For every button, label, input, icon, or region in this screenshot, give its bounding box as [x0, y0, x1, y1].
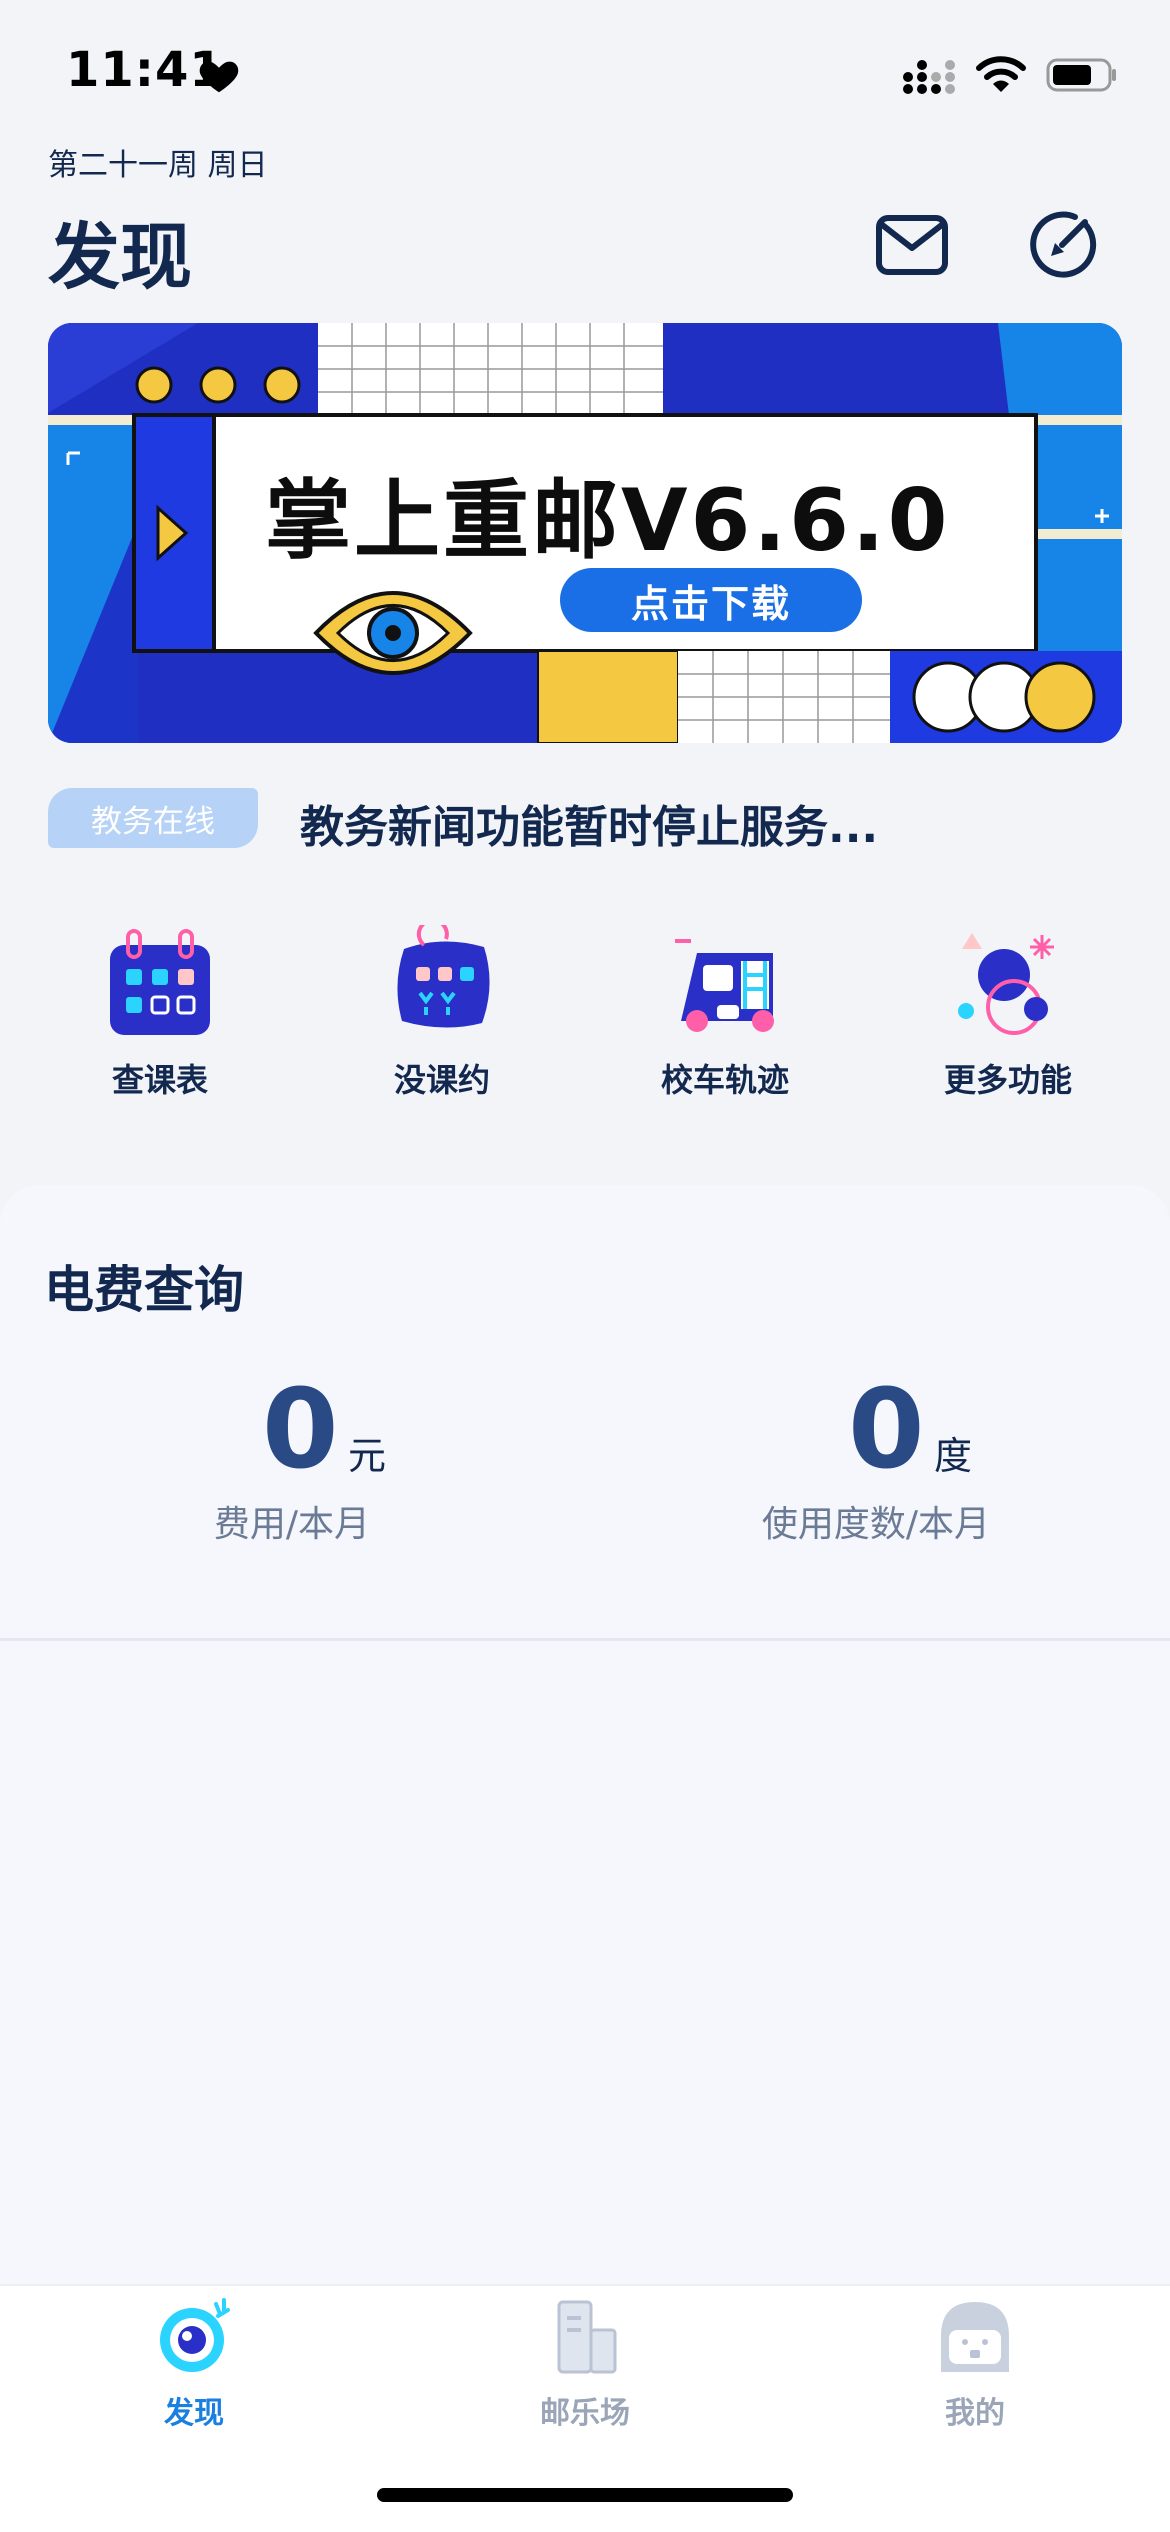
tab-profile[interactable]: 我的 [875, 2296, 1075, 2436]
feature-schedule[interactable]: 查课表 [60, 925, 260, 1125]
banner-title: 掌上重邮V6.6.0 [265, 471, 951, 571]
tab-label: 发现 [164, 2396, 224, 2431]
electricity-title: 电费查询 [44, 1261, 244, 1319]
playground-icon [557, 2300, 617, 2374]
cost-unit: 元 [348, 1434, 387, 1478]
message-button[interactable] [872, 205, 952, 285]
tab-label: 邮乐场 [540, 2396, 630, 2431]
free-time-icon [397, 925, 490, 1028]
usage-stat: 0 度 使用度数/本月 [666, 1365, 1086, 1565]
feature-grid: 查课表 没课约 校车轨迹 更多功能 [0, 925, 1170, 1125]
feature-label: 校车轨迹 [660, 1061, 789, 1099]
feature-label: 查课表 [111, 1061, 208, 1099]
calendar-icon [110, 929, 210, 1035]
cost-label: 费用/本月 [213, 1504, 371, 1545]
usage-unit: 度 [934, 1434, 973, 1478]
status-indicators [902, 50, 1118, 100]
page-title: 发现 [48, 215, 193, 299]
feature-more[interactable]: 更多功能 [908, 925, 1108, 1125]
school-bus-icon [675, 939, 774, 1032]
feature-school-bus[interactable]: 校车轨迹 [625, 925, 825, 1125]
heart-icon [199, 61, 239, 93]
notice-tag: 教务在线 [48, 788, 258, 848]
home-indicator [377, 2488, 793, 2502]
feature-label: 更多功能 [943, 1061, 1072, 1099]
discover-icon [160, 2298, 230, 2372]
tab-label: 我的 [945, 2396, 1005, 2431]
mail-icon [876, 215, 948, 275]
download-button[interactable]: 点击下载 [560, 568, 862, 632]
notice-text[interactable]: 教务新闻功能暂时停止服务... [300, 791, 878, 855]
usage-value: 0 [848, 1365, 925, 1493]
signal-icon [903, 60, 955, 94]
feature-label: 没课约 [393, 1061, 490, 1099]
wifi-icon [976, 56, 1026, 92]
status-bar: 11:41 [0, 0, 1170, 150]
tab-discover[interactable]: 发现 [94, 2296, 294, 2436]
feature-free-time[interactable]: 没课约 [342, 925, 542, 1125]
cost-value: 0 [262, 1365, 339, 1493]
more-features-icon [958, 933, 1054, 1035]
cost-stat: 0 元 费用/本月 [82, 1365, 502, 1565]
tab-playground[interactable]: 邮乐场 [485, 2296, 685, 2436]
profile-icon [941, 2302, 1009, 2372]
week-label: 第二十一周 周日 [48, 148, 268, 183]
battery-icon [1046, 58, 1116, 92]
compass-icon [1030, 211, 1097, 278]
check-in-button[interactable] [1022, 205, 1102, 285]
usage-label: 使用度数/本月 [761, 1504, 991, 1545]
content-area [0, 1641, 1170, 2284]
